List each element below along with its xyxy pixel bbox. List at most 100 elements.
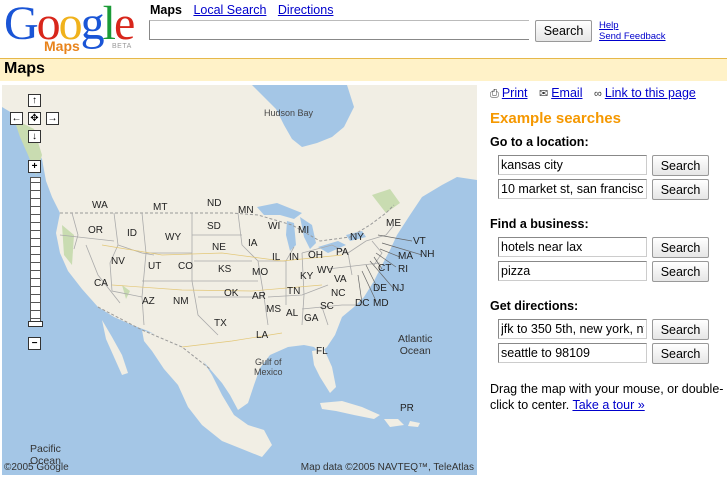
help-link[interactable]: Help [599, 20, 666, 31]
state-label-ks: KS [218, 264, 232, 275]
state-label-la: LA [256, 330, 269, 341]
pan-down-button[interactable]: ↓ [28, 130, 41, 143]
take-a-tour-link[interactable]: Take a tour » [572, 398, 644, 412]
tab-local-search[interactable]: Local Search [193, 3, 266, 17]
zoom-tick [31, 278, 40, 279]
state-label-tx: TX [214, 318, 227, 329]
state-label-mt: MT [153, 202, 168, 213]
business-search-button-1[interactable]: Search [652, 237, 709, 258]
google-maps-logo[interactable]: Google Maps BETA [4, 0, 140, 54]
state-label-pr: PR [400, 403, 414, 414]
side-panel: ⎙ Print ✉ Email ∞ Link to this page Example… [490, 86, 727, 413]
state-label-or: OR [88, 225, 103, 236]
zoom-tick [31, 294, 40, 295]
logo-maps-text: Maps [44, 38, 80, 54]
link-icon: ∞ [593, 88, 602, 100]
label-hudson-bay: Hudson Bay [264, 108, 314, 118]
pan-left-button[interactable]: ← [10, 112, 23, 125]
zoom-slider-track[interactable] [30, 177, 41, 327]
send-feedback-link[interactable]: Send Feedback [599, 31, 666, 42]
zoom-tick [31, 302, 40, 303]
zoom-slider-handle[interactable] [28, 321, 43, 327]
state-label-nd: ND [207, 198, 222, 209]
directions-input-1[interactable] [498, 319, 647, 339]
example-searches-title: Example searches [490, 110, 621, 127]
directions-row-2: Search [490, 343, 727, 367]
business-input-1[interactable] [498, 237, 647, 257]
zoom-tick [31, 270, 40, 271]
state-label-ut: UT [148, 261, 162, 272]
zoom-tick [31, 310, 40, 311]
email-icon: ✉ [539, 88, 549, 100]
tab-directions[interactable]: Directions [278, 3, 334, 17]
main-search-input[interactable] [149, 20, 529, 40]
state-label-id: ID [127, 228, 137, 239]
state-label-ma: MA [398, 251, 413, 262]
state-label-va: VA [334, 274, 347, 285]
state-label-ia: IA [248, 238, 258, 249]
state-label-ok: OK [224, 288, 239, 299]
pan-right-button[interactable]: → [46, 112, 59, 125]
state-label-nm: NM [173, 296, 189, 307]
label-atlantic-ocean: Atlantic Ocean [398, 333, 432, 357]
state-label-mn: MN [238, 205, 254, 216]
main-search-button[interactable]: Search [535, 20, 592, 42]
state-label-tn: TN [287, 286, 301, 297]
directions-row-1: Search [490, 319, 727, 343]
state-label-ca: CA [94, 278, 108, 289]
state-label-md: MD [373, 298, 389, 309]
drag-instructions: Drag the map with your mouse, or double-… [490, 381, 727, 413]
state-label-wy: WY [165, 232, 182, 243]
state-label-ri: RI [398, 264, 408, 275]
state-label-ga: GA [304, 313, 319, 324]
zoom-tick [31, 246, 40, 247]
zoom-tick [31, 230, 40, 231]
directions-search-button-2[interactable]: Search [652, 343, 709, 364]
state-label-mi: MI [298, 225, 310, 236]
zoom-tick [31, 318, 40, 319]
state-label-ky: KY [300, 271, 314, 282]
map-viewport[interactable]: Hudson Bay Gulf of Mexico Atlantic Ocean… [2, 85, 477, 475]
state-label-oh: OH [308, 250, 323, 261]
zoom-tick [31, 182, 40, 183]
zoom-tick [31, 238, 40, 239]
state-label-nj: NJ [392, 283, 405, 294]
state-label-de: DE [373, 283, 387, 294]
state-label-in: IN [289, 252, 299, 263]
state-label-ms: MS [266, 304, 281, 315]
label-gulf-text: Gulf of Mexico [254, 357, 283, 377]
top-tabs: Maps Local Search Directions [150, 3, 341, 17]
state-label-wi: WI [268, 221, 281, 232]
link-to-page-link[interactable]: Link to this page [605, 86, 696, 100]
business-input-2[interactable] [498, 261, 647, 281]
zoom-tick [31, 214, 40, 215]
email-link[interactable]: Email [551, 86, 582, 100]
state-label-nh: NH [420, 249, 435, 260]
directions-search-button-1[interactable]: Search [652, 319, 709, 340]
state-label-me: ME [386, 218, 401, 229]
zoom-tick [31, 206, 40, 207]
state-label-mo: MO [252, 267, 269, 278]
state-label-ny: NY [350, 232, 364, 243]
location-row-2: Search [490, 179, 727, 203]
state-label-wv: WV [317, 265, 334, 276]
zoom-in-button[interactable]: + [28, 160, 41, 173]
location-search-button-2[interactable]: Search [652, 179, 709, 200]
zoom-out-button[interactable]: − [28, 337, 41, 350]
state-label-ar: AR [252, 291, 266, 302]
zoom-tick [31, 254, 40, 255]
location-input-2[interactable] [498, 179, 647, 199]
directions-input-2[interactable] [498, 343, 647, 363]
location-search-button-1[interactable]: Search [652, 155, 709, 176]
map-copyright-data: Map data ©2005 NAVTEQ™, TeleAtlas [300, 462, 474, 473]
business-row-1: Search [490, 237, 727, 261]
help-links: Help Send Feedback [599, 20, 666, 42]
business-search-button-2[interactable]: Search [652, 261, 709, 282]
pan-center-button[interactable]: ✥ [28, 112, 41, 125]
pan-up-button[interactable]: ↑ [28, 94, 41, 107]
state-label-vt: VT [413, 236, 426, 247]
state-label-az: AZ [142, 296, 155, 307]
print-link[interactable]: Print [502, 86, 528, 100]
location-input-1[interactable] [498, 155, 647, 175]
zoom-tick [31, 286, 40, 287]
